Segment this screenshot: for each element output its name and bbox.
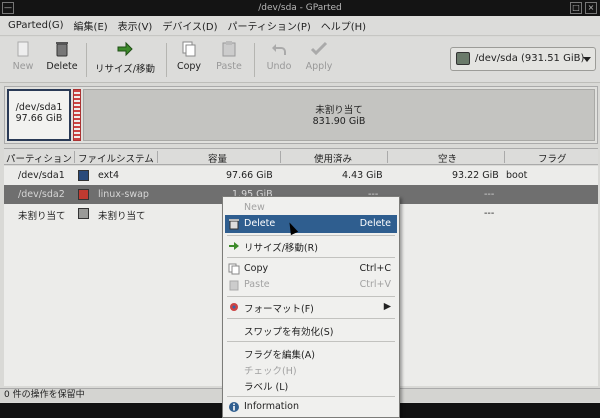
map-unallocated-size: 831.90 GiB [312,116,366,127]
trash-icon [229,219,239,230]
ctx-format[interactable]: フォーマット(F) ▶ [225,298,397,316]
cell-filesystem: ext4 [98,170,120,181]
trash-icon [56,42,68,57]
col-free[interactable]: 空き [438,151,457,165]
ctx-label[interactable]: ラベル (L) [225,376,397,394]
ctx-resize-move[interactable]: リサイズ/移動(R) [225,237,397,255]
ctx-swapon[interactable]: スワップを有効化(S) [225,321,397,339]
cell-free: 93.22 GiB [452,170,499,181]
menu-separator [227,396,395,397]
window-title: /dev/sda - GParted [258,3,342,13]
undo-button[interactable]: Undo [262,40,296,80]
cell-used: 4.43 GiB [342,170,383,181]
menu-separator [227,318,395,319]
info-icon [229,402,239,412]
device-selector[interactable]: /dev/sda (931.51 GiB) [450,47,596,71]
toolbar-separator [166,43,167,77]
fs-color-swatch [78,170,89,181]
map-unallocated-label: 未割り当て [315,105,363,116]
maximize-icon[interactable]: □ [570,2,582,14]
cell-partition: 未割り当て [18,211,66,222]
ctx-delete[interactable]: Delete Delete [225,215,397,233]
column-divider [74,151,75,163]
menu-edit[interactable]: 編集(E) [74,18,108,33]
cell-free: --- [484,189,495,200]
copy-button[interactable]: Copy [174,40,204,80]
col-filesystem[interactable]: ファイルシステム [78,151,154,165]
column-divider [280,151,281,163]
map-p1-name: /dev/sda1 [15,102,63,113]
column-divider [387,151,388,163]
table-row[interactable]: /dev/sda1 ext4 97.66 GiB 4.43 GiB 93.22 … [4,166,598,185]
submenu-arrow-icon: ▶ [383,301,391,312]
format-icon [230,303,238,311]
cell-flags: boot [506,170,528,181]
title-bar: /dev/sda - GParted — □ × [0,0,600,16]
paste-icon [229,280,239,291]
paste-icon [222,41,236,57]
context-menu: New Delete Delete リサイズ/移動(R) Copy Ctrl+C… [222,196,400,418]
map-unallocated[interactable]: 未割り当て 831.90 GiB [83,89,595,141]
gparted-window: /dev/sda - GParted — □ × GParted(G) 編集(E… [0,0,600,418]
checkmark-icon [310,41,328,56]
fs-color-swatch [78,208,89,219]
menu-bar: GParted(G) 編集(E) 表示(V) デバイス(D) パーティション(P… [0,16,600,36]
cell-size: 97.66 GiB [226,170,273,181]
resize-arrow-icon [229,242,239,250]
copy-icon [182,41,196,57]
toolbar-separator [86,43,87,77]
column-divider [504,151,505,163]
col-partition[interactable]: パーティション [6,151,72,165]
window-menu-icon[interactable]: — [2,2,14,14]
resize-arrow-icon [117,41,133,57]
new-document-icon [17,41,29,57]
paste-button[interactable]: Paste [212,40,246,80]
menu-view[interactable]: 表示(V) [118,18,153,33]
ctx-information[interactable]: Information [225,398,397,416]
menu-separator [227,257,395,258]
menu-gparted[interactable]: GParted(G) [8,20,64,31]
cell-partition: /dev/sda2 [18,189,65,200]
cell-partition: /dev/sda1 [18,170,65,181]
delete-button[interactable]: Delete [44,40,80,80]
device-selector-label: /dev/sda (931.51 GiB) [475,53,585,64]
apply-button[interactable]: Apply [302,40,336,80]
fs-color-swatch [78,189,89,200]
pending-operations-text: 0 件の操作を保留中 [4,390,85,400]
menu-device[interactable]: デバイス(D) [162,18,217,33]
resize-move-button[interactable]: リサイズ/移動 [92,40,158,80]
new-button[interactable]: New [8,40,38,80]
disk-map: /dev/sda1 97.66 GiB 未割り当て 831.90 GiB [4,86,598,144]
cell-filesystem: 未割り当て [98,211,146,222]
menu-separator [227,235,395,236]
table-header: パーティション ファイルシステム 容量 使用済み 空き フラグ [4,148,598,165]
map-partition-sda1[interactable]: /dev/sda1 97.66 GiB [7,89,71,141]
cell-free: --- [484,208,495,219]
col-size[interactable]: 容量 [208,151,227,165]
dropdown-arrow-icon [583,57,591,62]
menu-separator [227,296,395,297]
column-divider [157,151,158,163]
col-used[interactable]: 使用済み [314,151,352,165]
menu-help[interactable]: ヘルプ(H) [321,18,366,33]
close-icon[interactable]: × [585,2,597,14]
toolbar-separator [254,43,255,77]
menu-separator [227,341,395,342]
undo-icon [272,44,286,55]
map-p1-size: 97.66 GiB [15,113,63,124]
menu-partition[interactable]: パーティション(P) [228,18,311,33]
harddisk-icon [456,52,470,65]
cell-filesystem: linux-swap [98,189,149,200]
copy-icon [228,263,240,275]
map-partition-sda2[interactable] [73,89,81,141]
col-flags[interactable]: フラグ [538,151,567,165]
ctx-paste[interactable]: Paste Ctrl+V [225,276,397,294]
